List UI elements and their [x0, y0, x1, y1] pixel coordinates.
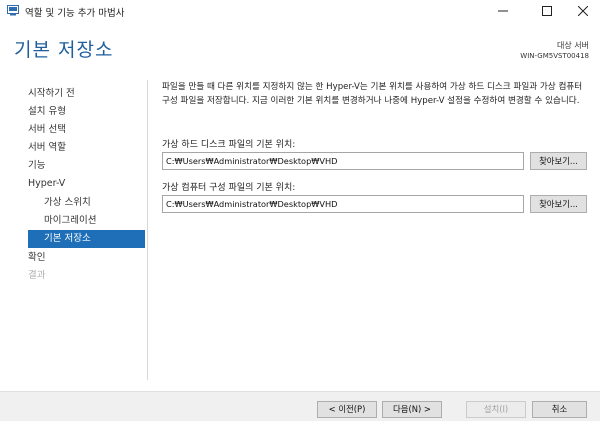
close-button[interactable] [566, 0, 600, 22]
nav-item-confirmation[interactable]: 확인 [28, 249, 45, 267]
nav-item-server-roles[interactable]: 서버 역할 [28, 139, 66, 157]
maximize-button[interactable] [530, 0, 564, 22]
nav-item-installation-type[interactable]: 설치 유형 [28, 103, 66, 121]
minimize-icon [498, 10, 508, 12]
description-text: 파일을 만들 때 다른 위치를 지정하지 않는 한 Hyper-V는 기본 위치… [162, 82, 583, 106]
nav-item-server-selection[interactable]: 서버 선택 [28, 121, 66, 139]
wizard-header: 기본 저장소 대상 서버 WIN-GM5VST00418 [0, 22, 600, 72]
nav-item-default-stores[interactable]: 기본 저장소 [28, 230, 145, 248]
window-titlebar[interactable]: 역할 및 기능 추가 마법사 [0, 0, 600, 22]
vm-browse-button[interactable]: 찾아보기... [530, 195, 587, 213]
wizard-nav: 시작하기 전 설치 유형 서버 선택 서버 역할 기능 Hyper-V 가상 스… [0, 80, 148, 380]
target-server-label: 대상 서버 [557, 41, 589, 50]
vhd-browse-button[interactable]: 찾아보기... [530, 152, 587, 170]
vhd-location-label: 가상 하드 디스크 파일의 기본 위치: [162, 140, 296, 150]
minimize-button[interactable] [486, 0, 520, 22]
nav-item-virtual-switch[interactable]: 가상 스위치 [44, 194, 91, 212]
previous-button[interactable]: < 이전(P) [317, 401, 377, 418]
nav-item-migration[interactable]: 마이그레이션 [44, 212, 96, 230]
nav-item-results: 결과 [28, 270, 46, 281]
server-manager-icon [7, 5, 19, 16]
nav-item-hyper-v[interactable]: Hyper-V [28, 175, 65, 193]
vhd-location-input[interactable]: C:₩Users₩Administrator₩Desktop₩VHD [162, 152, 524, 170]
cancel-button[interactable]: 취소 [532, 401, 587, 418]
maximize-icon [542, 6, 552, 16]
page-title: 기본 저장소 [14, 39, 114, 61]
window-title: 역할 및 기능 추가 마법사 [25, 8, 125, 19]
target-server-name: WIN-GM5VST00418 [520, 52, 589, 60]
close-icon [578, 6, 588, 16]
vm-location-label: 가상 컴퓨터 구성 파일의 기본 위치: [162, 183, 296, 193]
nav-item-features[interactable]: 기능 [28, 157, 45, 175]
next-button[interactable]: 다음(N) > [382, 401, 442, 418]
install-button: 설치(I) [466, 401, 526, 418]
vm-location-input[interactable]: C:₩Users₩Administrator₩Desktop₩VHD [162, 195, 524, 213]
nav-item-before-you-begin[interactable]: 시작하기 전 [28, 85, 75, 103]
